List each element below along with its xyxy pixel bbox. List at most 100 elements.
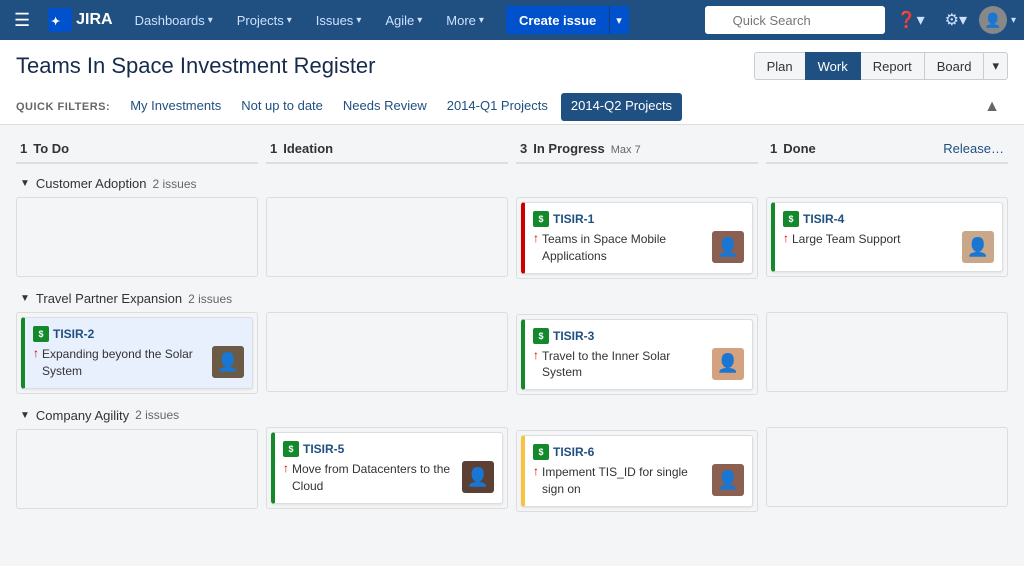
card-tisir3-id: TISIR-3 [553,329,594,343]
swimlane-company-done: ▼placeholder [766,400,1008,507]
nav-agile[interactable]: Agile [375,0,432,40]
priority-up-icon: ↑ [283,461,289,475]
swimlane-travel-header[interactable]: ▼ Travel Partner Expansion 2 issues [16,285,258,312]
board-view-dropdown[interactable]: ▾ [984,52,1008,80]
card-tisir6[interactable]: $ TISIR-6 ↑ Impement TIS_ID for single s… [521,435,753,507]
col-inprogress-header: 3 In Progress Max 7 [516,135,758,164]
card-tisir2[interactable]: $ TISIR-2 ↑ Expanding beyond the Solar S… [21,317,253,389]
swimlane-customer-done: ▼placeholder $ TISIR-4 [766,170,1008,277]
col-todo-count: 1 [20,141,27,156]
filter-my-investments[interactable]: My Investments [120,90,231,124]
plan-view-button[interactable]: Plan [754,52,806,80]
col-inprogress-count: 3 [520,141,527,156]
card-tisir2-top: $ TISIR-2 [33,326,244,342]
swimlane-company-header[interactable]: ▼ Company Agility 2 issues [16,402,258,429]
story-icon: $ [533,211,549,227]
search-input[interactable] [705,6,885,34]
swimlane-travel-ideation: ▼placeholder [266,285,508,392]
story-icon: $ [533,328,549,344]
priority-up-icon: ↑ [783,231,789,245]
ideation-company-cell: $ TISIR-5 ↑ Move from Datacenters to the… [266,427,508,509]
card-tisir5-title: Move from Datacenters to the Cloud [292,461,456,495]
done-customer-cell: $ TISIR-4 ↑ Large Team Support [766,197,1008,277]
card-tisir4-id-row: $ TISIR-4 [783,211,844,227]
nav-more[interactable]: More [436,0,494,40]
jira-logo[interactable]: ✦ JIRA [40,8,120,32]
swimlane-company-inprogress: ▼placeholder $ TISIR-6 [516,403,758,512]
settings-button[interactable]: ⚙▾ [937,0,975,40]
card-tisir2-priority: ↑ Expanding beyond the Solar System [33,346,206,380]
priority-up-icon: ↑ [533,464,539,478]
card-tisir1-avatar: 👤 [712,231,744,263]
filter-2014-q2[interactable]: 2014-Q2 Projects [561,93,682,121]
card-tisir4-title: Large Team Support [792,231,901,248]
card-tisir5[interactable]: $ TISIR-5 ↑ Move from Datacenters to the… [271,432,503,504]
nav-issues[interactable]: Issues [306,0,372,40]
top-nav: ☰ ✦ JIRA Dashboards Projects Issues Agil… [0,0,1024,40]
help-button[interactable]: ❓▾ [889,0,933,40]
card-tisir1-id: TISIR-1 [553,212,594,226]
card-tisir1[interactable]: $ TISIR-1 ↑ Teams in Space Mobile Applic… [521,202,753,274]
report-view-button[interactable]: Report [860,52,925,80]
filter-needs-review[interactable]: Needs Review [333,90,437,124]
quick-filters-label: QUICK FILTERS: [16,101,110,113]
priority-up-icon: ↑ [33,346,39,360]
page-title: Teams In Space Investment Register [16,53,376,79]
ideation-customer-cell [266,197,508,277]
board-area: 1 To Do ▼ Customer Adoption 2 issues ▼ T… [0,125,1024,530]
logo-text: JIRA [76,11,112,29]
release-link[interactable]: Release… [943,141,1004,156]
col-done: 1 Done Release… ▼placeholder $ TISIR-4 [766,135,1008,520]
swimlane-company-todo: ▼ Company Agility 2 issues [16,402,258,509]
swimlane-travel-todo: ▼ Travel Partner Expansion 2 issues $ TI… [16,285,258,394]
card-tisir4-id: TISIR-4 [803,212,844,226]
nav-dashboards[interactable]: Dashboards [125,0,223,40]
card-tisir4-content: ↑ Large Team Support [783,231,956,248]
swimlane-customer-header[interactable]: ▼ Customer Adoption 2 issues [16,170,258,197]
card-tisir1-priority: ↑ Teams in Space Mobile Applications [533,231,706,265]
user-avatar[interactable]: 👤 [979,6,1007,34]
col-ideation-name: Ideation [283,141,333,156]
card-tisir6-avatar: 👤 [712,464,744,496]
card-tisir5-id-row: $ TISIR-5 [283,441,344,457]
create-issue-dropdown[interactable]: ▾ [609,6,629,34]
col-done-name: Done [783,141,816,156]
filter-2014-q1[interactable]: 2014-Q1 Projects [437,90,558,124]
user-dropdown-arrow[interactable]: ▾ [1011,15,1016,26]
filter-collapse-button[interactable]: ▲ [976,94,1008,120]
col-ideation: 1 Ideation ▼placeholder ▼placeholder [266,135,508,520]
card-tisir2-avatar: 👤 [212,346,244,378]
card-tisir1-content: ↑ Teams in Space Mobile Applications [533,231,706,265]
board-view-button[interactable]: Board [924,52,985,80]
col-todo-header: 1 To Do [16,135,258,164]
todo-travel-cell: $ TISIR-2 ↑ Expanding beyond the Solar S… [16,312,258,394]
todo-customer-cell [16,197,258,277]
col-done-count: 1 [770,141,777,156]
create-issue-button[interactable]: Create issue [506,6,609,34]
card-tisir4[interactable]: $ TISIR-4 ↑ Large Team Support [771,202,1003,272]
swimlane-travel-count: 2 issues [188,292,232,306]
work-view-button[interactable]: Work [805,52,861,80]
filter-not-up-to-date[interactable]: Not up to date [231,90,333,124]
swimlane-travel-inprogress: ▼placeholder $ TISIR-3 [516,287,758,396]
card-tisir3-id-row: $ TISIR-3 [533,328,594,344]
card-tisir6-id: TISIR-6 [553,445,594,459]
card-tisir3-top: $ TISIR-3 [533,328,744,344]
card-tisir5-id: TISIR-5 [303,442,344,456]
card-tisir2-id: TISIR-2 [53,327,94,341]
page-header: Teams In Space Investment Register Plan … [0,40,1024,125]
priority-up-icon: ↑ [533,348,539,362]
card-tisir1-title: Teams in Space Mobile Applications [542,231,706,265]
nav-projects[interactable]: Projects [227,0,302,40]
card-tisir3[interactable]: $ TISIR-3 ↑ Travel to the Inner Solar Sy… [521,319,753,391]
swimlane-company-title: Company Agility [36,408,129,423]
hamburger-menu[interactable]: ☰ [8,6,36,35]
col-inprogress-max: Max 7 [611,144,641,156]
card-tisir3-title: Travel to the Inner Solar System [542,348,706,382]
swimlane-company-count: 2 issues [135,408,179,422]
inprogress-customer-cell: $ TISIR-1 ↑ Teams in Space Mobile Applic… [516,197,758,279]
todo-company-cell [16,429,258,509]
card-tisir5-content: ↑ Move from Datacenters to the Cloud [283,461,456,495]
card-tisir2-content: ↑ Expanding beyond the Solar System [33,346,206,380]
swimlane-customer-title: Customer Adoption [36,176,147,191]
